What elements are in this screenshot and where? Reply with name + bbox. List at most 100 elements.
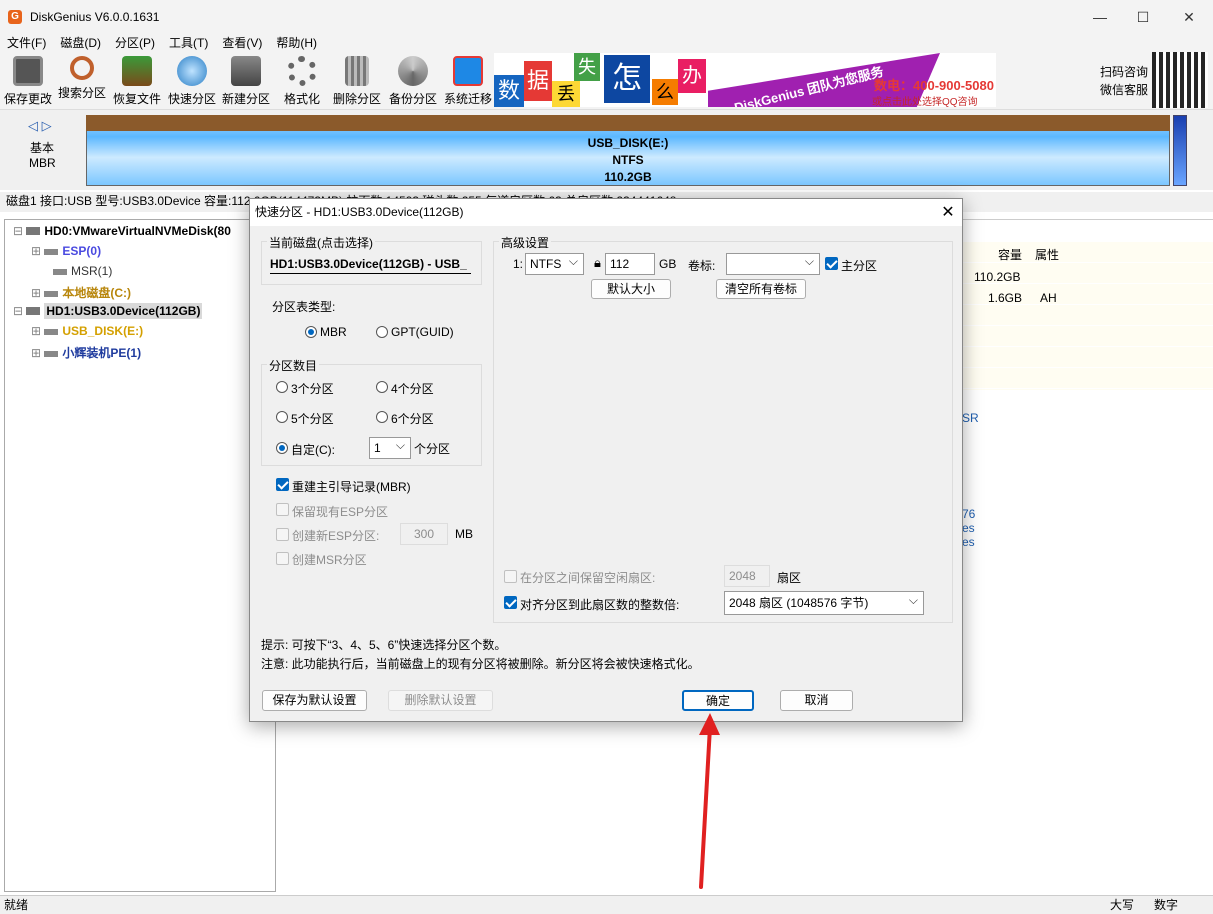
save-changes-button[interactable]: 保存更改	[2, 56, 54, 107]
info-fragment: SR	[962, 411, 979, 425]
recover-icon	[122, 56, 152, 86]
num-indicator: 数字	[1154, 898, 1179, 912]
rebuild-mbr-checkbox[interactable]	[276, 478, 289, 491]
align-sectors-select[interactable]: 2048 扇区 (1048576 字节)	[724, 589, 924, 615]
tool-label: 备份分区	[388, 92, 437, 106]
status-bar: 就绪 大写 数字	[0, 895, 1213, 914]
keep-esp-checkbox[interactable]	[276, 503, 289, 516]
tool-label: 格式化	[283, 92, 320, 106]
tree-node-msr[interactable]: MSR(1)	[43, 264, 112, 278]
volume-label-select[interactable]	[726, 251, 820, 275]
align-partitions-checkbox[interactable]	[504, 596, 517, 609]
tree-node-hd0[interactable]: ⊟ HD0:VMwareVirtualNVMeDisk(80	[13, 224, 231, 238]
create-esp-label: 创建新ESP分区:	[292, 529, 380, 543]
quick-partition-button[interactable]: 快速分区	[166, 56, 218, 107]
small-partition-bar[interactable]	[1173, 115, 1187, 186]
custom-count-unit: 个分区	[414, 442, 451, 456]
count-3-label: 3个分区	[291, 382, 334, 396]
esp-size-input[interactable]: 300	[400, 523, 448, 545]
primary-partition-checkbox[interactable]	[825, 257, 838, 270]
minimize-button[interactable]: —	[1077, 0, 1123, 34]
tree-node-hd1[interactable]: ⊟ HD1:USB3.0Device(112GB)	[13, 303, 203, 319]
menu-disk[interactable]: 磁盘(D)	[53, 34, 108, 52]
caps-indicator: 大写	[1110, 898, 1135, 912]
status-text: 就绪	[4, 898, 29, 912]
ad-banner[interactable]: 数 据 丢 失 怎 么 办 DiskGenius 团队为您服务 数电：400-9…	[494, 53, 996, 107]
close-window-button[interactable]: ✕	[1166, 0, 1212, 34]
menu-tools[interactable]: 工具(T)	[162, 34, 215, 52]
lock-icon[interactable]: 🔒︎	[594, 255, 601, 271]
new-partition-icon	[231, 56, 261, 86]
delete-icon	[345, 56, 369, 86]
banner-char: 数	[494, 75, 524, 107]
banner-char: 么	[652, 79, 678, 105]
reserve-sectors-input[interactable]: 2048	[724, 565, 770, 587]
banner-char: 丢	[552, 81, 580, 107]
info-fragment: es	[962, 535, 975, 549]
banner-qq-link[interactable]: 或点击此处选择QQ咨询	[872, 93, 978, 107]
tree-node-pe[interactable]: ⊞ 小辉装机PE(1)	[31, 344, 141, 361]
menu-file[interactable]: 文件(F)	[0, 34, 53, 52]
warning-text: 注意: 此功能执行后，当前磁盘上的现有分区将被删除。新分区将会被快速格式化。	[261, 657, 700, 671]
banner-char: 办	[678, 59, 706, 93]
count-5-radio[interactable]	[276, 411, 288, 423]
contact-line1: 扫码咨询	[1100, 65, 1149, 79]
cancel-button[interactable]: 取消	[780, 690, 853, 711]
size-unit: GB	[659, 257, 677, 271]
search-partition-button[interactable]: 搜索分区	[56, 56, 108, 101]
banner-char: 失	[574, 53, 600, 81]
qr-code-icon	[1152, 52, 1208, 108]
custom-count-select[interactable]: 1	[369, 435, 411, 459]
custom-count-radio[interactable]	[276, 442, 288, 454]
tool-label: 系统迁移	[443, 92, 492, 106]
delete-default-button[interactable]: 删除默认设置	[388, 690, 493, 711]
col-attribute: 属性	[1035, 248, 1060, 262]
current-disk-selector[interactable]: HD1:USB3.0Device(112GB) - USB_	[270, 257, 471, 274]
app-icon: G	[8, 10, 22, 24]
gpt-radio[interactable]	[376, 326, 388, 338]
system-migrate-button[interactable]: 系统迁移	[442, 56, 494, 107]
count-6-radio[interactable]	[376, 411, 388, 423]
disk-type: 基本	[30, 141, 55, 155]
count-6-label: 6个分区	[391, 412, 434, 426]
keep-esp-label: 保留现有ESP分区	[292, 505, 389, 519]
tool-label: 保存更改	[3, 92, 52, 106]
search-icon	[70, 56, 94, 80]
tree-node-usb-disk[interactable]: ⊞ USB_DISK(E:)	[31, 324, 143, 338]
tree-node-c[interactable]: ⊞ 本地磁盘(C:)	[31, 284, 131, 301]
tree-node-esp[interactable]: ⊞ ESP(0)	[31, 244, 101, 258]
tool-label: 删除分区	[332, 92, 381, 106]
disk-table-type: MBR	[29, 156, 56, 170]
partition-table	[962, 242, 1213, 390]
align-partitions-label: 对齐分区到此扇区数的整数倍:	[520, 598, 680, 612]
size-input[interactable]: 112	[605, 253, 655, 275]
menu-partition[interactable]: 分区(P)	[108, 34, 162, 52]
format-button[interactable]: 格式化	[276, 56, 328, 107]
default-size-button[interactable]: 默认大小	[591, 279, 671, 299]
backup-partition-button[interactable]: 备份分区	[386, 56, 440, 107]
hint-text: 提示: 可按下“3、4、5、6”快速选择分区个数。	[261, 638, 507, 652]
disk-tree: ⊟ HD0:VMwareVirtualNVMeDisk(80 ⊞ ESP(0) …	[4, 219, 276, 892]
filesystem-select[interactable]: NTFS	[525, 251, 584, 275]
dialog-close-icon[interactable]: ✕	[938, 202, 958, 222]
menu-bar: 文件(F) 磁盘(D) 分区(P) 工具(T) 查看(V) 帮助(H)	[0, 34, 1213, 54]
row-index: 1:	[513, 257, 524, 271]
primary-partition-label: 主分区	[841, 259, 878, 273]
mbr-radio[interactable]	[305, 326, 317, 338]
create-msr-checkbox[interactable]	[276, 552, 289, 565]
reserve-sectors-checkbox[interactable]	[504, 570, 517, 583]
menu-view[interactable]: 查看(V)	[215, 34, 269, 52]
save-default-button[interactable]: 保存为默认设置	[262, 690, 367, 711]
new-partition-button[interactable]: 新建分区	[220, 56, 272, 107]
delete-partition-button[interactable]: 删除分区	[330, 56, 384, 107]
tool-label: 新建分区	[221, 92, 270, 106]
maximize-button[interactable]: ☐	[1120, 0, 1166, 34]
count-4-radio[interactable]	[376, 381, 388, 393]
recover-files-button[interactable]: 恢复文件	[110, 56, 164, 107]
clear-labels-button[interactable]: 清空所有卷标	[716, 279, 806, 299]
menu-help[interactable]: 帮助(H)	[269, 34, 324, 52]
count-3-radio[interactable]	[276, 381, 288, 393]
disk-nav-arrows[interactable]: ◁ ▷	[28, 118, 52, 134]
dialog-title: 快速分区 - HD1:USB3.0Device(112GB)	[250, 199, 962, 226]
create-esp-checkbox[interactable]	[276, 528, 289, 541]
